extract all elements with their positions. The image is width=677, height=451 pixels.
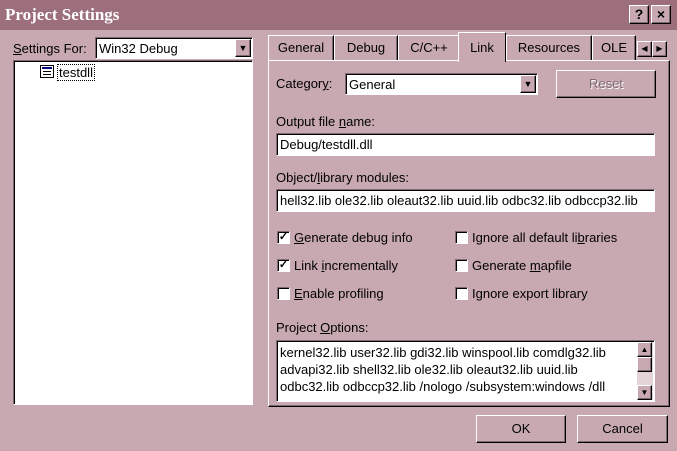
reset-button[interactable]: Reset [556,70,656,98]
checkbox-box[interactable] [455,231,468,244]
cancel-button[interactable]: Cancel [577,415,668,443]
output-file-field[interactable]: Debug/testdll.dll [276,133,655,156]
chevron-down-icon[interactable]: ▼ [520,75,536,93]
settings-for-combo[interactable]: Win32 Debug ▼ [95,37,253,59]
tab-link[interactable]: Link [458,32,506,62]
project-options-textarea[interactable]: kernel32.lib user32.lib gdi32.lib winspo… [276,340,655,402]
title-bar[interactable]: Project Settings ? × [0,0,677,30]
generate-mapfile-label: Generate mapfile [472,258,572,273]
modules-label: Object/library modules: [276,170,409,185]
project-options-line: advapi32.lib shell32.lib ole32.lib oleau… [280,362,578,377]
settings-for-value: Win32 Debug [99,41,178,56]
settings-for-label-rest: ettings For: [21,41,87,56]
vertical-scrollbar[interactable]: ▲ ▼ [637,342,653,400]
ignore-export-lib-label: Ignore export library [472,286,588,301]
category-value: General [349,77,396,92]
project-options-label: Project Options: [276,320,369,335]
output-file-label: Output file name: [276,114,376,129]
tab-general[interactable]: General [268,35,334,61]
scroll-down-icon[interactable]: ▼ [637,385,652,400]
link-incrementally-label: Link incrementally [294,258,399,273]
tree-item-label: testdll [57,64,95,81]
project-options-line: kernel32.lib user32.lib gdi32.lib winspo… [280,345,606,360]
modules-field[interactable]: hell32.lib ole32.lib oleaut32.lib uuid.l… [276,189,655,212]
project-icon [40,65,54,78]
tab-ole[interactable]: OLE [592,35,636,61]
project-icon-line [43,71,51,72]
close-button[interactable]: × [651,5,671,24]
project-options-text: kernel32.lib user32.lib gdi32.lib winspo… [280,344,635,395]
project-icon-line [43,74,51,75]
enable-profiling-label: Enable profiling [294,286,384,301]
checkbox-box[interactable]: ✓ [277,259,290,272]
arrow-right-icon[interactable]: ▶ [652,41,667,57]
modules-value: hell32.lib ole32.lib oleaut32.lib uuid.l… [280,193,638,208]
checkbox-box[interactable] [455,259,468,272]
generate-debug-info-label: Generate debug info [294,230,413,245]
ignore-default-libs-label: Ignore all default libraries [472,230,618,245]
help-button[interactable]: ? [629,5,649,24]
tab-debug[interactable]: Debug [334,35,398,61]
checkbox-box[interactable] [455,287,468,300]
project-options-line: odbc32.lib odbccp32.lib /nologo /subsyst… [280,379,606,394]
scroll-thumb[interactable] [637,357,652,372]
project-icon-bar [42,67,52,69]
checkbox-box[interactable]: ✓ [277,231,290,244]
scroll-up-icon[interactable]: ▲ [637,342,652,357]
category-label: Category: [276,76,333,91]
category-combo[interactable]: General ▼ [345,73,538,95]
output-file-value: Debug/testdll.dll [280,137,373,152]
chevron-down-icon[interactable]: ▼ [235,39,251,57]
tab-resources[interactable]: Resources [506,35,592,61]
ok-button[interactable]: OK [476,415,566,443]
project-tree[interactable]: testdll [13,60,253,405]
tab-c-cpp[interactable]: C/C++ [398,35,460,61]
arrow-left-icon[interactable]: ◀ [637,41,652,57]
checkbox-box[interactable] [277,287,290,300]
window-title: Project Settings [5,5,120,24]
settings-for-label: Settings For: [13,41,87,56]
